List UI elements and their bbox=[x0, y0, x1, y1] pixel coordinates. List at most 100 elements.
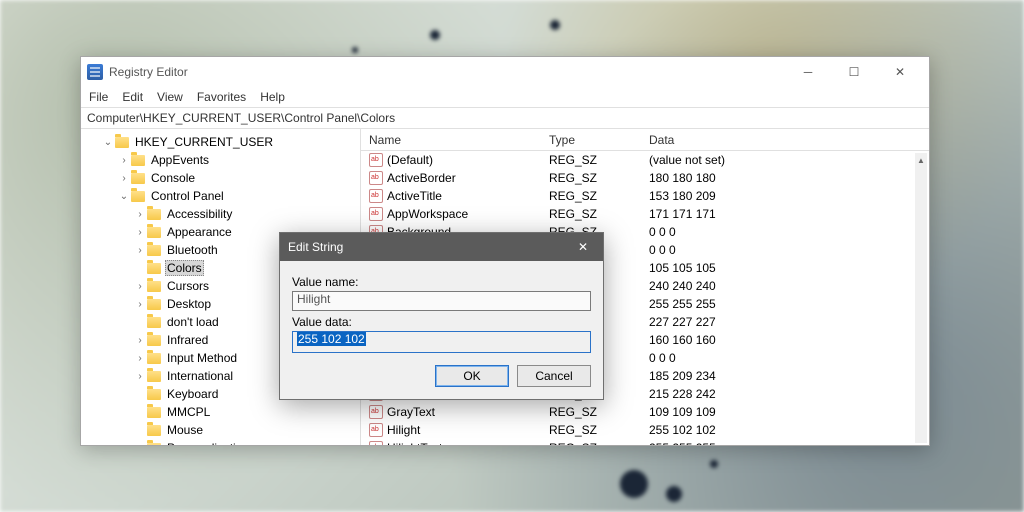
tree-node[interactable]: Personalization bbox=[81, 439, 360, 445]
expand-icon[interactable]: ⌄ bbox=[101, 137, 115, 148]
value-name: GrayText bbox=[387, 405, 435, 419]
expand-icon[interactable]: › bbox=[133, 245, 147, 256]
expand-icon[interactable]: ⌄ bbox=[117, 191, 131, 202]
col-name[interactable]: Name bbox=[361, 133, 541, 147]
expand-icon[interactable]: › bbox=[133, 371, 147, 382]
menu-favorites[interactable]: Favorites bbox=[197, 90, 246, 104]
value-data: 171 171 171 bbox=[641, 207, 929, 221]
list-header[interactable]: Name Type Data bbox=[361, 129, 929, 151]
address-text: Computer\HKEY_CURRENT_USER\Control Panel… bbox=[87, 111, 395, 125]
minimize-button[interactable]: ─ bbox=[785, 57, 831, 87]
value-row[interactable]: ActiveTitleREG_SZ153 180 209 bbox=[361, 187, 929, 205]
tree-node[interactable]: ⌄ Control Panel bbox=[81, 187, 360, 205]
tree-node[interactable]: Mouse bbox=[81, 421, 360, 439]
tree-label: Keyboard bbox=[165, 387, 220, 401]
string-value-icon bbox=[369, 441, 383, 445]
menu-edit[interactable]: Edit bbox=[122, 90, 143, 104]
value-type: REG_SZ bbox=[541, 441, 641, 445]
dialog-titlebar[interactable]: Edit String ✕ bbox=[280, 233, 603, 261]
folder-icon bbox=[131, 191, 145, 202]
folder-icon bbox=[147, 281, 161, 292]
vertical-scrollbar[interactable]: ▲ bbox=[915, 153, 927, 443]
cancel-button[interactable]: Cancel bbox=[517, 365, 591, 387]
tree-label: Accessibility bbox=[165, 207, 234, 221]
folder-icon bbox=[147, 443, 161, 446]
titlebar[interactable]: Registry Editor ─ ☐ ✕ bbox=[81, 57, 929, 87]
tree-node[interactable]: › Accessibility bbox=[81, 205, 360, 223]
value-type: REG_SZ bbox=[541, 153, 641, 167]
close-button[interactable]: ✕ bbox=[877, 57, 923, 87]
ok-button[interactable]: OK bbox=[435, 365, 509, 387]
value-data: 185 209 234 bbox=[641, 369, 929, 383]
value-name: Hilight bbox=[387, 423, 420, 437]
value-name: AppWorkspace bbox=[387, 207, 468, 221]
expand-icon[interactable]: › bbox=[133, 353, 147, 364]
value-data: 255 255 255 bbox=[641, 297, 929, 311]
value-row[interactable]: HilightTextREG_SZ255 255 255 bbox=[361, 439, 929, 445]
value-row[interactable]: Hilight REG_SZ255 102 102 bbox=[361, 421, 929, 439]
folder-icon bbox=[131, 173, 145, 184]
value-name: HilightText bbox=[387, 441, 442, 445]
value-type: REG_SZ bbox=[541, 189, 641, 203]
folder-icon bbox=[147, 245, 161, 256]
expand-icon[interactable]: › bbox=[133, 281, 147, 292]
value-data-input[interactable]: 255 102 102 bbox=[292, 331, 591, 353]
scroll-up-icon[interactable]: ▲ bbox=[915, 153, 927, 167]
tree-node[interactable]: › Console bbox=[81, 169, 360, 187]
value-row[interactable]: ActiveBorder REG_SZ180 180 180 bbox=[361, 169, 929, 187]
tree-label: don't load bbox=[165, 315, 221, 329]
value-data: 255 102 102 bbox=[641, 423, 929, 437]
menu-help[interactable]: Help bbox=[260, 90, 285, 104]
value-type: REG_SZ bbox=[541, 171, 641, 185]
value-data: 215 228 242 bbox=[641, 387, 929, 401]
value-data: 180 180 180 bbox=[641, 171, 929, 185]
value-data: 160 160 160 bbox=[641, 333, 929, 347]
tree-node[interactable]: MMCPL bbox=[81, 403, 360, 421]
edit-string-dialog: Edit String ✕ Value name: Hilight Value … bbox=[279, 232, 604, 400]
string-value-icon bbox=[369, 423, 383, 437]
menu-file[interactable]: File bbox=[89, 90, 108, 104]
expand-icon[interactable]: › bbox=[117, 155, 131, 166]
expand-icon[interactable]: › bbox=[133, 209, 147, 220]
value-type: REG_SZ bbox=[541, 423, 641, 437]
dialog-title: Edit String bbox=[288, 240, 343, 254]
address-bar[interactable]: Computer\HKEY_CURRENT_USER\Control Panel… bbox=[81, 107, 929, 129]
expand-icon[interactable]: › bbox=[133, 335, 147, 346]
value-name: ActiveTitle bbox=[387, 189, 442, 203]
value-data: 0 0 0 bbox=[641, 243, 929, 257]
value-data: 227 227 227 bbox=[641, 315, 929, 329]
col-type[interactable]: Type bbox=[541, 133, 641, 147]
folder-icon bbox=[147, 209, 161, 220]
value-row[interactable]: (Default)REG_SZ(value not set) bbox=[361, 151, 929, 169]
dialog-close-button[interactable]: ✕ bbox=[571, 237, 595, 257]
tree-label: Colors bbox=[165, 260, 204, 276]
folder-icon bbox=[131, 155, 145, 166]
menu-view[interactable]: View bbox=[157, 90, 183, 104]
folder-icon bbox=[147, 227, 161, 238]
maximize-button[interactable]: ☐ bbox=[831, 57, 877, 87]
tree-node[interactable]: ⌄HKEY_CURRENT_USER bbox=[81, 133, 360, 151]
expand-icon[interactable]: › bbox=[133, 299, 147, 310]
value-name-label: Value name: bbox=[292, 275, 591, 289]
tree-label: MMCPL bbox=[165, 405, 212, 419]
tree-node[interactable]: ›AppEvents bbox=[81, 151, 360, 169]
expand-icon[interactable]: › bbox=[117, 173, 131, 184]
value-name-field: Hilight bbox=[292, 291, 591, 311]
tree-label: Mouse bbox=[165, 423, 205, 437]
value-name: ActiveBorder bbox=[387, 171, 456, 185]
value-data: 0 0 0 bbox=[641, 225, 929, 239]
folder-icon bbox=[147, 407, 161, 418]
tree-label: Personalization bbox=[165, 441, 251, 445]
value-row[interactable]: GrayTextREG_SZ109 109 109 bbox=[361, 403, 929, 421]
tree-label: Control Panel bbox=[149, 189, 226, 203]
col-data[interactable]: Data bbox=[641, 133, 929, 147]
tree-label: Console bbox=[149, 171, 197, 185]
tree-label: Infrared bbox=[165, 333, 210, 347]
expand-icon[interactable]: › bbox=[133, 227, 147, 238]
folder-icon bbox=[147, 425, 161, 436]
value-data-label: Value data: bbox=[292, 315, 591, 329]
string-value-icon bbox=[369, 171, 383, 185]
value-row[interactable]: AppWorkspaceREG_SZ171 171 171 bbox=[361, 205, 929, 223]
tree-label: Appearance bbox=[165, 225, 234, 239]
folder-icon bbox=[115, 137, 129, 148]
